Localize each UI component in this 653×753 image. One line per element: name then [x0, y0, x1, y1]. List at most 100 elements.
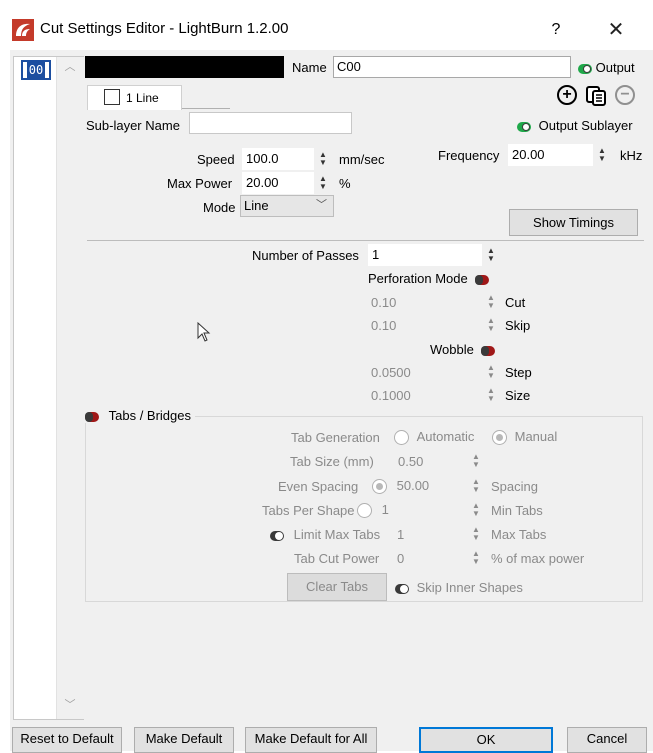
skip-value[interactable]: 0.10	[371, 318, 396, 333]
speed-label: Speed	[197, 152, 235, 167]
tab-cut-power-label: Tab Cut Power	[294, 551, 380, 566]
frequency-unit: kHz	[620, 148, 643, 163]
min-tabs-spinner[interactable]: ▲ ▼	[470, 502, 482, 520]
name-input[interactable]: C00	[333, 56, 571, 78]
limit-max-tabs-value[interactable]: 1	[397, 527, 404, 542]
perforation-toggle[interactable]: Perforation Mode	[368, 271, 490, 286]
tab-size-spinner[interactable]: ▲ ▼	[470, 453, 482, 471]
radio-selected-icon	[372, 479, 387, 495]
cut-label: Cut	[505, 295, 526, 310]
radio-icon	[357, 503, 372, 519]
frequency-input[interactable]: 20.00	[508, 144, 593, 166]
frequency-label: Frequency	[438, 148, 500, 163]
max-tabs-label: Max Tabs	[491, 527, 547, 542]
tab-1-line[interactable]: 1 Line	[87, 85, 182, 110]
tabs-per-shape-radio[interactable]: 1	[357, 502, 389, 519]
skip-inner-shapes-toggle[interactable]: Skip Inner Shapes	[395, 580, 523, 595]
step-label: Step	[505, 365, 532, 380]
skip-inner-shapes-label: Skip Inner Shapes	[416, 580, 523, 595]
copy-sublayer-icon[interactable]	[585, 85, 607, 107]
clear-tabs-button[interactable]: Clear Tabs	[287, 573, 387, 601]
remove-sublayer-icon[interactable]: −	[615, 85, 635, 105]
chevron-down-icon: ﹀	[316, 199, 327, 211]
sublayer-name-label: Sub-layer Name	[86, 118, 180, 133]
tab-size-label: Tab Size (mm)	[290, 454, 374, 469]
tab-size-value[interactable]: 0.50	[398, 454, 423, 469]
tab-generation-label: Tab Generation	[291, 430, 380, 445]
max-power-input[interactable]: 20.00	[242, 172, 314, 194]
name-label: Name	[292, 60, 327, 75]
max-power-unit: %	[339, 176, 351, 191]
wobble-label: Wobble	[430, 342, 474, 357]
layer-list-scrollbar[interactable]	[56, 57, 84, 719]
tabs-bridges-toggle[interactable]: Tabs / Bridges	[85, 408, 195, 423]
output-toggle[interactable]: Output	[578, 60, 635, 75]
layer-list-item[interactable]: 00	[21, 60, 51, 80]
skip-spinner[interactable]: ▲ ▼	[485, 317, 497, 335]
layer-item-label: 00	[26, 62, 46, 78]
mode-select[interactable]: Line ﹀	[240, 195, 334, 217]
even-spacing-label: Even Spacing	[278, 479, 359, 494]
scroll-down-icon[interactable]: ﹀	[60, 697, 80, 713]
manual-label: Manual	[514, 429, 558, 444]
automatic-radio[interactable]: Automatic	[394, 429, 474, 446]
reset-to-default-button[interactable]: Reset to Default	[12, 727, 122, 753]
cancel-button[interactable]: Cancel	[567, 727, 647, 753]
limit-max-tabs-toggle[interactable]: Limit Max Tabs	[270, 527, 380, 542]
radio-icon	[394, 430, 409, 446]
help-button[interactable]: ?	[541, 17, 571, 43]
wobble-toggle[interactable]: Wobble	[430, 342, 496, 357]
tab-label: 1 Line	[126, 91, 159, 105]
ok-button[interactable]: OK	[419, 727, 553, 753]
skip-label: Skip	[505, 318, 531, 333]
speed-input[interactable]: 100.0	[242, 148, 314, 170]
layer-color-swatch[interactable]	[85, 56, 284, 78]
make-default-button[interactable]: Make Default	[134, 727, 234, 753]
perforation-label: Perforation Mode	[368, 271, 468, 286]
tabs-bridges-label: Tabs / Bridges	[108, 408, 191, 423]
close-button[interactable]: ✕	[596, 17, 636, 43]
output-sublayer-toggle-icon	[517, 121, 531, 132]
scroll-up-icon[interactable]: ︿	[60, 59, 80, 75]
sublayer-name-input[interactable]	[189, 112, 352, 134]
limit-max-tabs-toggle-icon	[270, 530, 284, 541]
output-toggle-icon	[578, 63, 592, 74]
tab-cut-power-value[interactable]: 0	[397, 551, 404, 566]
tab-cut-power-unit: % of max power	[491, 551, 585, 566]
mouse-cursor-icon	[197, 322, 211, 342]
max-tabs-spinner[interactable]: ▲ ▼	[470, 526, 482, 544]
cut-value[interactable]: 0.10	[371, 295, 396, 310]
cut-spinner[interactable]: ▲ ▼	[485, 294, 497, 312]
output-label: Output	[595, 60, 635, 75]
manual-radio[interactable]: Manual	[492, 429, 558, 446]
output-sublayer-label: Output Sublayer	[538, 118, 633, 133]
show-timings-button[interactable]: Show Timings	[509, 209, 638, 236]
speed-spinner[interactable]: ▲ ▼	[317, 151, 329, 169]
mode-label: Mode	[203, 200, 236, 215]
min-tabs-label: Min Tabs	[491, 503, 543, 518]
tab-cut-power-spinner[interactable]: ▲ ▼	[470, 550, 482, 568]
spacing-spinner[interactable]: ▲ ▼	[470, 478, 482, 496]
tabs-per-shape-label: Tabs Per Shape	[262, 503, 355, 518]
output-sublayer-toggle[interactable]: Output Sublayer	[517, 118, 633, 133]
mode-value: Line	[244, 198, 269, 213]
frequency-spinner[interactable]: ▲ ▼	[596, 147, 608, 165]
passes-input[interactable]: 1	[368, 244, 482, 266]
size-value[interactable]: 0.1000	[371, 388, 411, 403]
tab-divider	[182, 108, 230, 109]
spacing-label: Spacing	[491, 479, 538, 494]
limit-max-tabs-label: Limit Max Tabs	[293, 527, 381, 542]
add-sublayer-icon[interactable]: +	[557, 85, 577, 105]
sublayer-checkbox[interactable]	[104, 89, 120, 105]
make-default-for-all-button[interactable]: Make Default for All	[245, 727, 377, 753]
even-spacing-radio[interactable]: 50.00	[372, 478, 429, 495]
max-power-spinner[interactable]: ▲ ▼	[317, 175, 329, 193]
max-power-label: Max Power	[167, 176, 233, 191]
step-value[interactable]: 0.0500	[371, 365, 411, 380]
skip-inner-shapes-toggle-icon	[395, 583, 409, 594]
layer-list[interactable]: 00 ︿ ﹀	[13, 56, 84, 720]
passes-spinner[interactable]: ▲ ▼	[485, 247, 497, 265]
perforation-toggle-icon	[475, 274, 490, 285]
size-spinner[interactable]: ▲ ▼	[485, 387, 497, 405]
step-spinner[interactable]: ▲ ▼	[485, 364, 497, 382]
